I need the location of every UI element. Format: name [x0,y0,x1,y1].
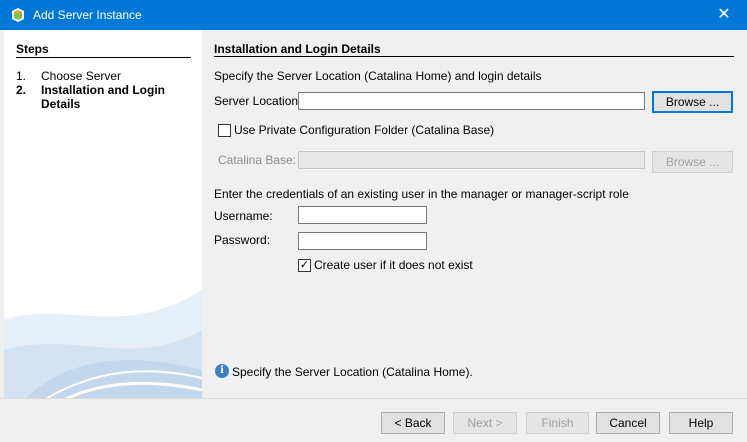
catalina-base-label: Catalina Base: [218,153,297,167]
step-number: 1. [16,69,27,83]
help-button[interactable]: Help [669,412,733,434]
info-icon: i [215,364,229,378]
catalina-base-input [298,151,645,169]
next-button: Next > [453,412,517,434]
create-user-label[interactable]: Create user if it does not exist [314,258,473,272]
server-location-label: Server Location: [214,94,302,108]
password-label: Password: [214,233,271,247]
browse-button[interactable]: Browse ... [652,91,733,113]
app-icon [12,8,24,22]
checkbox-icon[interactable] [218,124,231,137]
details-panel: Installation and Login Details Specify t… [202,30,747,398]
info-message: Specify the Server Location (Catalina Ho… [232,365,473,379]
credentials-intro: Enter the credentials of an existing use… [214,187,629,201]
decorative-swoosh [4,290,202,398]
button-bar: < Back Next > Finish Cancel Help [0,398,747,442]
back-button[interactable]: < Back [381,412,445,434]
title-bar: Add Server Instance ✕ [0,0,747,30]
username-input[interactable] [298,206,427,224]
password-input[interactable] [298,232,427,250]
steps-divider [16,57,191,58]
steps-header: Steps [16,42,49,56]
panel-title: Installation and Login Details [214,42,381,56]
panel-divider [214,56,734,57]
checkbox-icon[interactable]: ✓ [298,259,311,272]
private-config-label[interactable]: Use Private Configuration Folder (Catali… [234,123,494,137]
finish-button: Finish [526,412,589,434]
browse-disabled-button: Browse ... [652,151,733,173]
intro-text: Specify the Server Location (Catalina Ho… [214,69,542,83]
step-label: Installation and Login Details [41,83,165,111]
close-icon[interactable]: ✕ [701,0,747,30]
username-label: Username: [214,209,273,223]
step-label: Choose Server [41,69,122,83]
window-title: Add Server Instance [33,8,142,22]
server-location-input[interactable] [298,92,645,110]
cancel-button[interactable]: Cancel [596,412,660,434]
step-number: 2. [16,83,27,97]
steps-panel: Steps 1. Choose Server 2. Installation a… [4,30,202,398]
